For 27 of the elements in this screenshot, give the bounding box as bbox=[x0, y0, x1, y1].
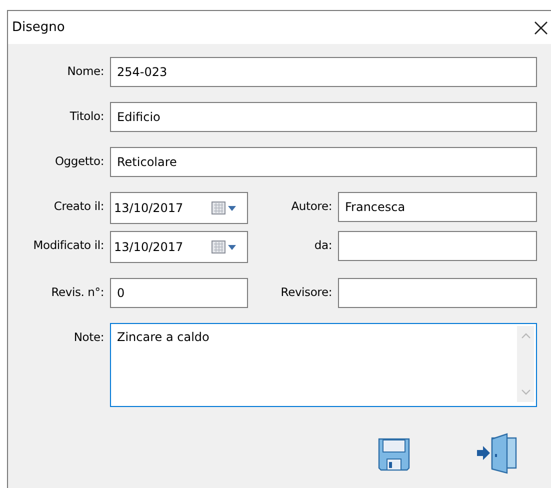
calendar-dropdown-icon[interactable] bbox=[211, 240, 239, 254]
field-label: Note: bbox=[72, 329, 104, 344]
save-button[interactable] bbox=[378, 437, 410, 471]
calendar-dropdown-icon[interactable] bbox=[211, 201, 239, 215]
exit-door-icon bbox=[476, 433, 518, 475]
field-label: Creato il: bbox=[52, 198, 104, 213]
field-label: Titolo: bbox=[68, 108, 104, 123]
date-field[interactable]: 13/10/2017 bbox=[110, 192, 248, 224]
text-field[interactable]: Francesca bbox=[338, 192, 537, 222]
field-label: Nome: bbox=[66, 63, 104, 78]
notes-field[interactable]: Zincare a caldo bbox=[110, 323, 537, 407]
text-field[interactable] bbox=[338, 231, 537, 261]
field-label: Autore: bbox=[290, 198, 332, 213]
date-field[interactable]: 13/10/2017 bbox=[110, 231, 248, 263]
field-label: Oggetto: bbox=[54, 153, 104, 168]
field-label: Modificato il: bbox=[32, 237, 104, 252]
field-label: Revisore: bbox=[280, 284, 332, 299]
field-label: da: bbox=[313, 237, 332, 252]
text-field[interactable]: 0 bbox=[110, 278, 248, 308]
field-label: Revis. n°: bbox=[50, 284, 104, 299]
text-field[interactable] bbox=[338, 278, 537, 308]
text-field[interactable]: Edificio bbox=[110, 102, 537, 132]
text-field[interactable]: Reticolare bbox=[110, 147, 537, 177]
exit-button[interactable] bbox=[476, 433, 518, 475]
text-field[interactable]: 254-023 bbox=[110, 57, 537, 87]
close-icon bbox=[534, 20, 548, 34]
window-title: Disegno bbox=[12, 20, 65, 35]
